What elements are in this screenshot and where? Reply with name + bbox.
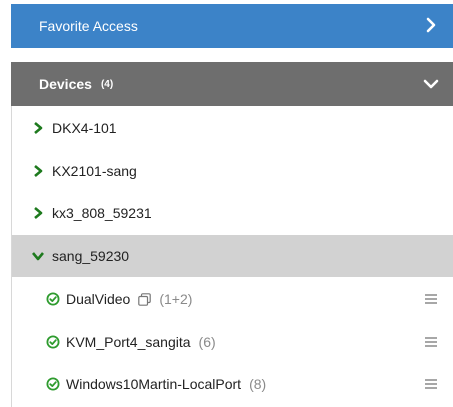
- favorite-access-bar[interactable]: Favorite Access: [11, 4, 453, 48]
- check-circle-icon: [46, 292, 60, 306]
- chevron-right-icon: [34, 207, 43, 219]
- devices-header[interactable]: Devices (4): [11, 62, 453, 106]
- hamburger-menu-icon[interactable]: [424, 335, 438, 349]
- chevron-right-icon: [34, 165, 43, 177]
- check-circle-icon: [46, 335, 60, 349]
- chevron-down-icon: [423, 79, 439, 89]
- devices-label: Devices: [39, 76, 92, 92]
- check-circle-icon: [46, 377, 60, 391]
- devices-count: (4): [100, 78, 114, 90]
- multi-video-icon: [138, 292, 152, 306]
- device-item-sang-59230[interactable]: sang_59230: [12, 235, 453, 277]
- port-name: DualVideo: [66, 291, 131, 307]
- chevron-right-icon: [426, 17, 436, 33]
- device-item-kx2101-sang[interactable]: KX2101-sang: [12, 150, 453, 192]
- chevron-right-icon: [34, 122, 43, 134]
- device-name: sang_59230: [52, 248, 130, 264]
- hamburger-menu-icon[interactable]: [424, 292, 438, 306]
- chevron-down-icon: [32, 252, 44, 261]
- port-detail: (1+2): [159, 291, 193, 307]
- port-item-kvm-port4-sangita[interactable]: KVM_Port4_sangita (6): [12, 321, 453, 363]
- device-name: kx3_808_59231: [52, 205, 152, 221]
- hamburger-menu-icon[interactable]: [424, 377, 438, 391]
- device-name: KX2101-sang: [52, 163, 137, 179]
- port-item-windows10martin-localport[interactable]: Windows10Martin-LocalPort (8): [12, 363, 453, 405]
- favorite-access-label: Favorite Access: [39, 18, 138, 34]
- port-item-dualvideo[interactable]: DualVideo (1+2): [12, 278, 453, 320]
- device-name: DKX4-101: [52, 120, 117, 136]
- device-item-dkx4-101[interactable]: DKX4-101: [12, 107, 453, 149]
- port-name: Windows10Martin-LocalPort: [66, 376, 242, 392]
- port-name: KVM_Port4_sangita: [66, 334, 191, 350]
- port-detail: (6): [198, 334, 216, 350]
- device-item-kx3-808-59231[interactable]: kx3_808_59231: [12, 192, 453, 234]
- port-detail: (8): [249, 376, 267, 392]
